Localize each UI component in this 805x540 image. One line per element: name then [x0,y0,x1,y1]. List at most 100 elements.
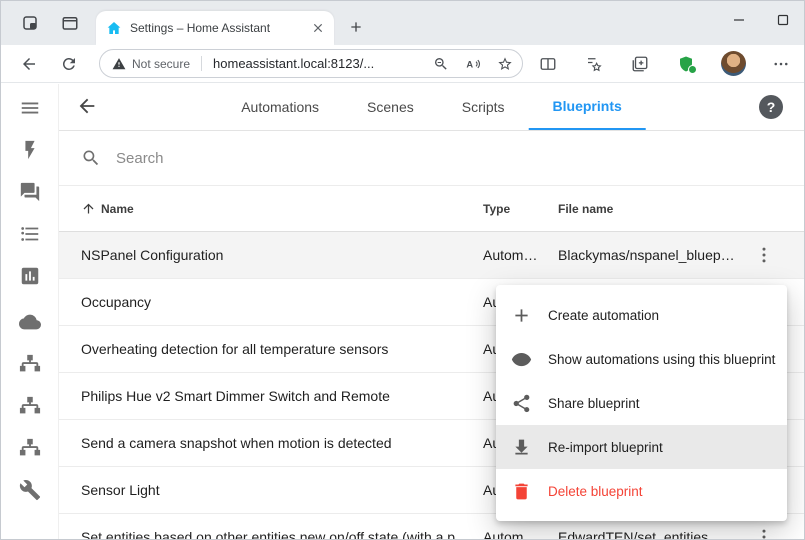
tab-strip: Settings – Home Assistant [1,1,804,45]
table-row[interactable]: NSPanel Configuration Autom… Blackymas/n… [59,232,804,279]
tab-title: Settings – Home Assistant [130,21,310,35]
menu-item-create-automation[interactable]: Create automation [496,293,787,337]
back-button[interactable] [17,52,41,76]
row-name: NSPanel Configuration [81,247,483,263]
row-name: Send a camera snapshot when motion is de… [81,435,483,451]
list-icon [19,223,41,245]
home-assistant-favicon [106,20,122,36]
ha-tab-bar: Automations Scenes Scripts Blueprints [217,84,646,130]
sitemap-icon [19,395,41,417]
tab-label: Automations [241,99,319,115]
ha-sidebar [1,84,59,539]
tab-label: Scenes [367,99,414,115]
sidebar-menu-button[interactable] [18,96,42,120]
flash-icon [19,139,41,161]
favorites-hub-icon[interactable] [583,53,605,75]
browser-window: Settings – Home Assistant [0,0,805,540]
minimize-button[interactable] [728,9,750,31]
row-name: Sensor Light [81,482,483,498]
row-name: Philips Hue v2 Smart Dimmer Switch and R… [81,388,483,404]
menu-item-label: Re-import blueprint [548,440,663,455]
tab-label: Scripts [462,99,505,115]
favorite-star-icon[interactable] [496,55,514,73]
sidebar-item-history[interactable] [18,264,42,288]
trash-icon [510,480,532,502]
table-header: Name Type File name [59,186,804,232]
header-name[interactable]: Name [81,201,483,216]
sidebar-item-flow-3[interactable] [18,436,42,460]
tab-blueprints[interactable]: Blueprints [529,84,646,130]
download-icon [510,436,532,458]
browser-menu-icon[interactable] [770,53,792,75]
blueprint-context-menu: Create automation Show automations using… [496,285,787,521]
share-icon [510,392,532,414]
row-menu-icon[interactable] [752,243,776,267]
zoom-icon[interactable] [432,55,450,73]
collections-icon[interactable] [629,53,651,75]
row-type: Autom… [483,529,558,540]
plus-icon [510,304,532,326]
search-input[interactable] [114,149,434,168]
row-file: EdwardTEN/set_entities_ba… [558,529,748,540]
extension-badge [688,65,697,74]
not-secure-warning-icon [112,57,126,71]
hamburger-icon [19,97,41,119]
search-icon [81,148,101,168]
tab-actions-icon[interactable] [59,12,81,34]
menu-item-delete-blueprint[interactable]: Delete blueprint [496,469,787,513]
sidebar-item-cloud[interactable] [18,310,42,334]
svg-text:A: A [466,59,473,69]
divider [201,56,202,71]
forum-icon [19,181,41,203]
wrench-icon [19,479,41,501]
menu-item-label: Delete blueprint [548,484,643,499]
sidebar-item-flash[interactable] [18,138,42,162]
help-icon[interactable]: ? [759,95,783,119]
sidebar-item-logbook[interactable] [18,222,42,246]
sitemap-icon [19,437,41,459]
profile-avatar[interactable] [721,51,746,76]
menu-item-share-blueprint[interactable]: Share blueprint [496,381,787,425]
extension-icon[interactable] [675,53,697,75]
sidebar-item-forum[interactable] [18,180,42,204]
split-screen-icon[interactable] [537,53,559,75]
ha-topbar: Automations Scenes Scripts Blueprints ? [59,84,804,131]
sidebar-item-tools[interactable] [18,478,42,502]
chart-box-icon [19,265,41,287]
ha-back-button[interactable] [76,95,100,119]
window-controls [728,9,794,31]
row-file: Blackymas/nspanel_blueprin… [558,247,748,263]
address-bar[interactable]: Not secure homeassistant.local:8123/... … [99,49,523,78]
row-type: Autom… [483,247,558,263]
search-row [59,131,804,186]
menu-item-label: Create automation [548,308,659,323]
menu-item-show-automations[interactable]: Show automations using this blueprint [496,337,787,381]
tab-automations[interactable]: Automations [217,84,343,130]
menu-item-label: Share blueprint [548,396,640,411]
row-name: Occupancy [81,294,483,310]
header-type[interactable]: Type [483,202,558,216]
tab-scripts[interactable]: Scripts [438,84,529,130]
read-aloud-icon[interactable]: A [464,55,482,73]
new-tab-button[interactable] [345,16,367,38]
sitemap-icon [19,353,41,375]
row-name: Set entities based on other entities new… [81,529,483,540]
header-file[interactable]: File name [558,202,748,216]
browser-tab[interactable]: Settings – Home Assistant [96,11,334,45]
sort-ascending-icon [81,201,96,216]
tab-close-icon[interactable] [310,20,326,36]
menu-item-reimport-blueprint[interactable]: Re-import blueprint [496,425,787,469]
tab-scenes[interactable]: Scenes [343,84,438,130]
workspaces-icon[interactable] [19,12,41,34]
sidebar-item-flow-1[interactable] [18,352,42,376]
sidebar-item-flow-2[interactable] [18,394,42,418]
eye-icon [510,348,532,370]
security-label: Not secure [132,57,190,71]
menu-item-label: Show automations using this blueprint [548,352,775,367]
row-menu-icon[interactable] [752,525,776,540]
refresh-button[interactable] [57,52,81,76]
maximize-button[interactable] [772,9,794,31]
row-name: Overheating detection for all temperatur… [81,341,483,357]
url-text[interactable]: homeassistant.local:8123/... [213,56,426,71]
header-name-label: Name [101,202,146,216]
